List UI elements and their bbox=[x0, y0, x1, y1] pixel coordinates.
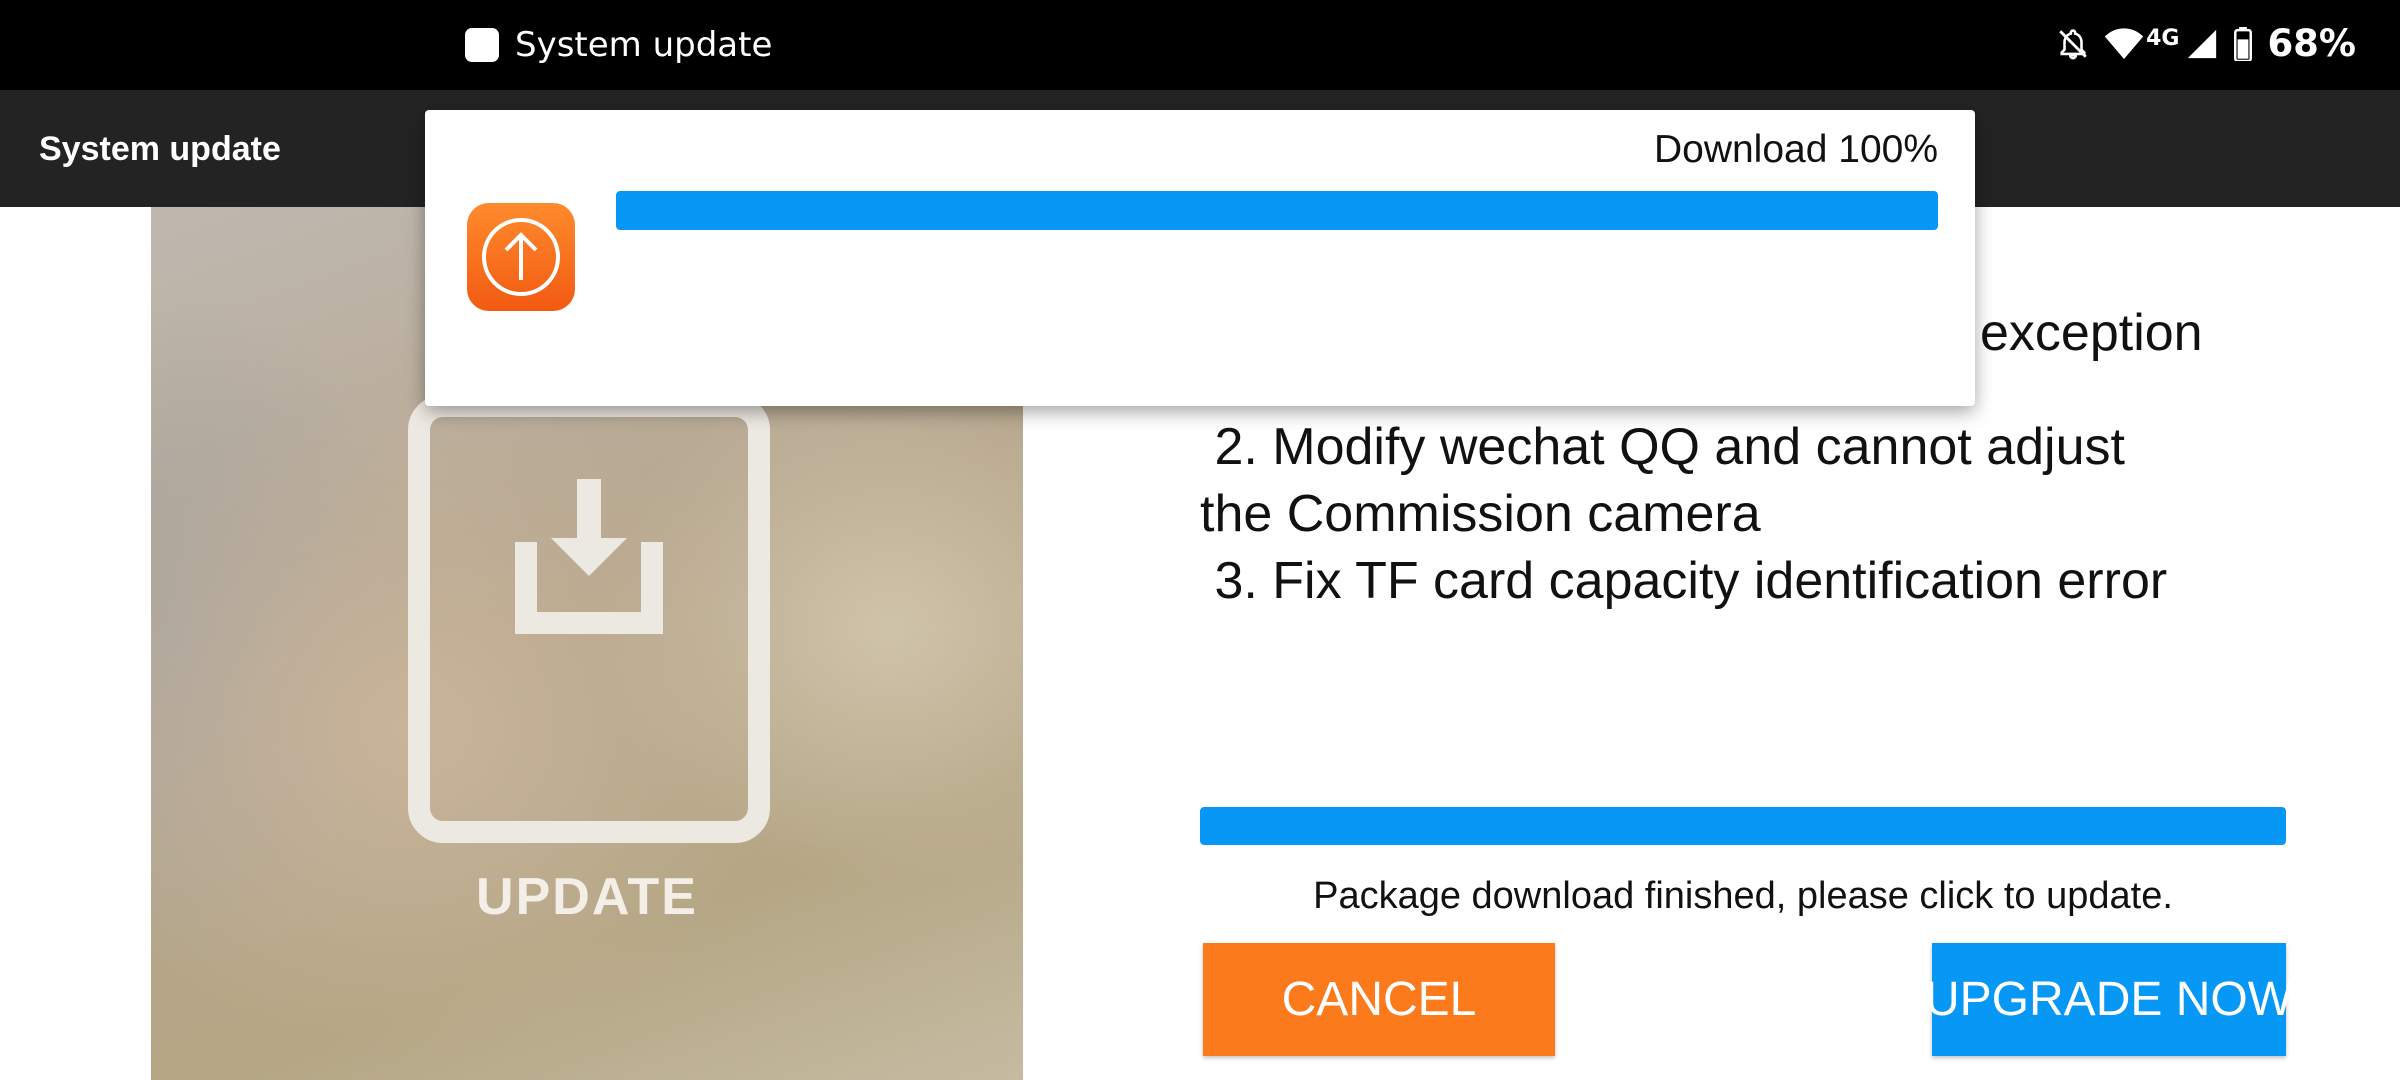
app-notification-icon bbox=[465, 28, 499, 62]
release-note-line: the Commission camera bbox=[1200, 485, 1761, 543]
release-note-line: 3. Fix TF card capacity identification e… bbox=[1200, 552, 2168, 610]
notification-text: Download 100% bbox=[1653, 128, 1938, 171]
status-bar-app: System update bbox=[465, 25, 772, 65]
download-progress-bar bbox=[1200, 807, 2286, 845]
status-bar-app-title: System update bbox=[515, 25, 773, 65]
update-label: UPDATE bbox=[476, 868, 698, 926]
release-note-line: 2. Modify wechat QQ and cannot adjust bbox=[1200, 418, 2125, 476]
status-bar: System update 4G 68% bbox=[0, 0, 2400, 90]
battery-percent: 68% bbox=[2267, 22, 2356, 65]
status-message: Package download finished, please click … bbox=[1313, 875, 2173, 917]
notification-progress-bar bbox=[616, 191, 1938, 230]
wifi-icon bbox=[2104, 27, 2144, 59]
notification-progress-fill bbox=[616, 191, 1938, 230]
signal-icon bbox=[2188, 29, 2217, 58]
page-title: System update bbox=[39, 130, 281, 168]
battery-icon bbox=[2234, 26, 2253, 61]
cancel-button[interactable]: CANCEL bbox=[1203, 943, 1555, 1056]
download-progress-fill bbox=[1200, 807, 2286, 845]
system-update-app-icon bbox=[467, 203, 575, 311]
download-notification[interactable]: Download 100% bbox=[425, 110, 1975, 406]
download-icon bbox=[408, 395, 770, 843]
status-bar-indicators: 4G 68% bbox=[2056, 22, 2356, 65]
upload-arrow-icon bbox=[482, 218, 560, 296]
upgrade-now-button[interactable]: UPGRADE NOW bbox=[1925, 943, 2293, 1056]
notifications-off-icon bbox=[2059, 28, 2087, 59]
network-type: 4G bbox=[2146, 26, 2180, 51]
